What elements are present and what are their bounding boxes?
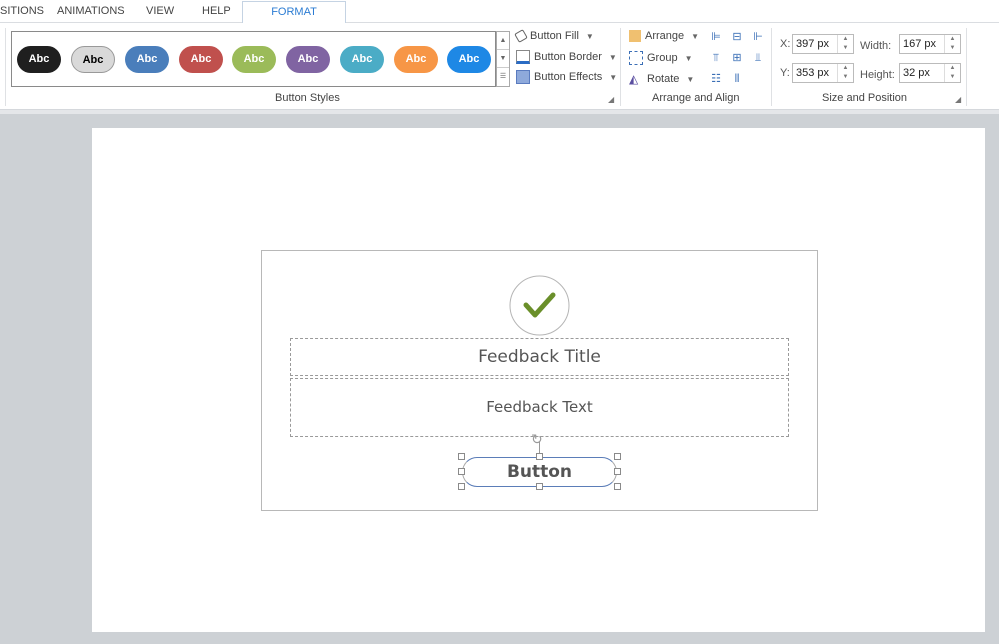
width-input[interactable]: 167 px ▲ ▼: [899, 34, 961, 54]
size-dialog-launcher-icon[interactable]: ◢: [955, 95, 961, 104]
distribute-horizontal-icon[interactable]: ⦀: [730, 72, 744, 86]
distribute-vertical-icon[interactable]: ☷: [709, 72, 723, 86]
resize-handle[interactable]: [458, 483, 465, 490]
scroll-down-icon[interactable]: ▼: [497, 50, 509, 68]
height-value: 32 px: [903, 67, 930, 79]
button-fill-label: Button Fill: [530, 30, 579, 42]
tab-transitions[interactable]: SITIONS: [0, 5, 44, 17]
tab-format[interactable]: FORMAT: [242, 1, 346, 24]
x-label: X:: [780, 38, 791, 50]
style-teal[interactable]: Abc: [340, 46, 384, 73]
paint-bucket-icon: [514, 29, 528, 43]
height-label: Height:: [860, 69, 895, 81]
button-effects-label: Button Effects: [534, 71, 603, 83]
button-border-button[interactable]: Button Border ▼: [516, 50, 617, 64]
gallery-more-icon[interactable]: ☰: [497, 68, 509, 86]
group-icon: [629, 51, 643, 65]
rotate-icon: ◭: [629, 72, 639, 86]
resize-handle[interactable]: [614, 468, 621, 475]
y-label: Y:: [780, 67, 790, 79]
style-green[interactable]: Abc: [232, 46, 276, 73]
resize-handle[interactable]: [458, 453, 465, 460]
pencil-icon: [516, 50, 530, 64]
resize-handle[interactable]: [458, 468, 465, 475]
tab-view[interactable]: VIEW: [146, 5, 174, 17]
width-label: Width:: [860, 40, 892, 52]
ribbon: Abc Abc Abc Abc Abc Abc Abc Abc Abc ▲ ▼ …: [0, 23, 999, 110]
align-center-icon[interactable]: ⊟: [730, 30, 744, 44]
width-value: 167 px: [903, 38, 937, 50]
tab-animations[interactable]: ANIMATIONS: [57, 5, 125, 17]
style-gray[interactable]: Abc: [71, 46, 115, 73]
ribbon-tabs: SITIONS ANIMATIONS VIEW HELP FORMAT: [0, 0, 999, 24]
style-purple[interactable]: Abc: [286, 46, 330, 73]
feedback-title[interactable]: Feedback Title: [290, 338, 789, 376]
style-orange[interactable]: Abc: [394, 46, 438, 73]
y-value: 353 px: [796, 67, 830, 79]
group-button[interactable]: Group ▼: [629, 51, 693, 65]
resize-handle[interactable]: [614, 453, 621, 460]
y-input[interactable]: 353 px ▲ ▼: [792, 63, 854, 83]
resize-handle[interactable]: [536, 453, 543, 460]
tab-help[interactable]: HELP: [202, 5, 231, 17]
button-styles-label: Button Styles: [275, 92, 340, 104]
arrange-button[interactable]: Arrange ▼: [629, 30, 699, 42]
scroll-up-icon[interactable]: ▲: [497, 32, 509, 50]
size-position-label: Size and Position: [822, 92, 907, 104]
gallery-scrollbar[interactable]: ▲ ▼ ☰: [496, 31, 510, 87]
rotate-button[interactable]: ◭ Rotate ▼: [629, 72, 694, 86]
arrange-icon: [629, 30, 641, 42]
button-fill-button[interactable]: Button Fill ▼: [514, 29, 594, 43]
align-middle-icon[interactable]: ⊞: [730, 51, 744, 65]
rotate-handle-icon[interactable]: ↻: [531, 431, 543, 448]
button-styles-gallery: Abc Abc Abc Abc Abc Abc Abc Abc Abc: [11, 31, 496, 87]
arrange-align-label: Arrange and Align: [652, 92, 740, 104]
align-left-icon[interactable]: ⊫: [709, 30, 723, 44]
style-blue[interactable]: Abc: [125, 46, 169, 73]
align-right-icon[interactable]: ⊩: [751, 30, 765, 44]
checkmark-icon: [509, 275, 570, 336]
style-red[interactable]: Abc: [179, 46, 223, 73]
style-black[interactable]: Abc: [17, 46, 61, 73]
button-border-label: Button Border: [534, 51, 602, 63]
rotate-label: Rotate: [647, 73, 680, 85]
resize-handle[interactable]: [614, 483, 621, 490]
feedback-text[interactable]: Feedback Text: [290, 378, 789, 437]
arrange-label: Arrange: [645, 30, 685, 42]
resize-handle[interactable]: [536, 483, 543, 490]
align-bottom-icon[interactable]: ⫫: [751, 51, 765, 65]
button-effects-button[interactable]: Button Effects ▼: [516, 70, 617, 84]
x-value: 397 px: [796, 38, 830, 50]
group-label: Group: [647, 52, 678, 64]
height-input[interactable]: 32 px ▲ ▼: [899, 63, 961, 83]
style-bright-blue[interactable]: Abc: [447, 46, 491, 73]
effects-icon: [516, 70, 530, 84]
x-input[interactable]: 397 px ▲ ▼: [792, 34, 854, 54]
align-top-icon[interactable]: ⫪: [709, 51, 723, 65]
dialog-launcher-icon[interactable]: ◢: [608, 95, 614, 104]
